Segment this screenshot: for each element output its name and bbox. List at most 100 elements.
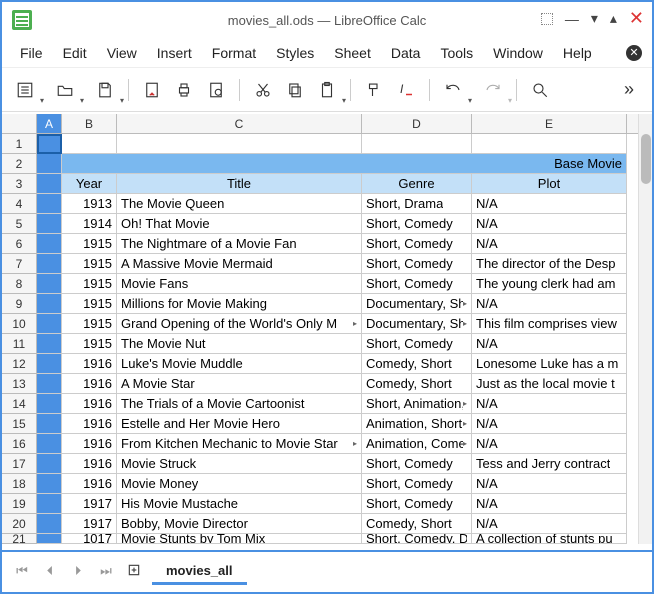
row-header[interactable]: 14 [2, 394, 37, 414]
cell[interactable] [37, 194, 62, 214]
cell[interactable] [62, 154, 117, 174]
column-header-b[interactable]: B [62, 114, 117, 133]
paste-button[interactable] [314, 77, 340, 103]
cell[interactable]: Documentary, Short▸ [362, 314, 472, 334]
cell[interactable] [37, 314, 62, 334]
cell[interactable]: Short, Comedy [362, 334, 472, 354]
cell[interactable]: 1916 [62, 354, 117, 374]
cell[interactable]: N/A [472, 474, 627, 494]
cell[interactable] [37, 454, 62, 474]
save-button[interactable] [92, 77, 118, 103]
cell[interactable]: Short, Comedy [362, 254, 472, 274]
cell[interactable]: 1913 [62, 194, 117, 214]
row-header[interactable]: 16 [2, 434, 37, 454]
cell[interactable]: 1916 [62, 374, 117, 394]
cell[interactable]: N/A [472, 334, 627, 354]
cell[interactable]: N/A [472, 194, 627, 214]
cell[interactable]: N/A [472, 494, 627, 514]
row-header[interactable]: 15 [2, 414, 37, 434]
cell[interactable]: 1915 [62, 274, 117, 294]
cell[interactable]: 1915 [62, 254, 117, 274]
next-sheet-button[interactable]: ⏵ [68, 563, 88, 579]
cell[interactable] [37, 474, 62, 494]
menu-tools[interactable]: Tools [432, 41, 481, 65]
cell[interactable]: Bobby, Movie Director [117, 514, 362, 534]
export-pdf-button[interactable] [139, 77, 165, 103]
cell[interactable]: Base Movie [472, 154, 627, 174]
cell[interactable]: Short, Comedy [362, 214, 472, 234]
cell[interactable] [37, 254, 62, 274]
cell[interactable]: The young clerk had am [472, 274, 627, 294]
new-button[interactable] [12, 77, 38, 103]
row-header[interactable]: 12 [2, 354, 37, 374]
row-header[interactable]: 20 [2, 514, 37, 534]
cut-button[interactable] [250, 77, 276, 103]
cell[interactable] [362, 154, 472, 174]
cell[interactable] [37, 354, 62, 374]
row-header[interactable]: 2 [2, 154, 37, 174]
cell[interactable]: N/A [472, 214, 627, 234]
cell[interactable] [37, 514, 62, 534]
cell[interactable]: 1915 [62, 314, 117, 334]
menu-file[interactable]: File [12, 41, 51, 65]
cell[interactable]: Animation, Short,▸ [362, 414, 472, 434]
menu-format[interactable]: Format [204, 41, 264, 65]
row-header[interactable]: 1 [2, 134, 37, 154]
cell[interactable] [472, 134, 627, 154]
cell[interactable]: Luke's Movie Muddle [117, 354, 362, 374]
select-all-corner[interactable] [2, 114, 37, 133]
cell[interactable]: 1916 [62, 434, 117, 454]
cell[interactable]: Movie Stunts by Tom Mix [117, 534, 362, 544]
menu-help[interactable]: Help [555, 41, 600, 65]
cell[interactable]: N/A [472, 234, 627, 254]
menu-window[interactable]: Window [485, 41, 551, 65]
cell[interactable]: N/A [472, 294, 627, 314]
restore-down-button[interactable]: ▾ [591, 10, 598, 27]
cell[interactable] [37, 494, 62, 514]
row-header[interactable]: 21 [2, 534, 37, 544]
row-header[interactable]: 4 [2, 194, 37, 214]
cell[interactable] [37, 234, 62, 254]
column-header-a[interactable]: A [37, 114, 62, 133]
cell[interactable]: The Movie Queen [117, 194, 362, 214]
cell[interactable]: Estelle and Her Movie Hero [117, 414, 362, 434]
cell[interactable]: The Nightmare of a Movie Fan [117, 234, 362, 254]
column-header-e[interactable]: E [472, 114, 627, 133]
cell[interactable]: His Movie Mustache [117, 494, 362, 514]
cell[interactable] [37, 174, 62, 194]
cell[interactable]: Grand Opening of the World's Only M▸ [117, 314, 362, 334]
cell[interactable]: Short, Comedy [362, 454, 472, 474]
row-header[interactable]: 10 [2, 314, 37, 334]
last-sheet-button[interactable]: ⏭ [96, 563, 116, 579]
cell[interactable]: Movie Money [117, 474, 362, 494]
cell[interactable]: 1915 [62, 334, 117, 354]
cell[interactable]: 1915 [62, 294, 117, 314]
cell[interactable]: Short, Comedy [362, 474, 472, 494]
open-button[interactable] [52, 77, 78, 103]
cell[interactable]: Year [62, 174, 117, 194]
clear-formatting-button[interactable]: I [393, 77, 419, 103]
menu-view[interactable]: View [99, 41, 145, 65]
prev-sheet-button[interactable]: ⏴ [40, 563, 60, 579]
cell[interactable]: Animation, Comedy▸ [362, 434, 472, 454]
cell[interactable]: Lonesome Luke has a m [472, 354, 627, 374]
row-header[interactable]: 3 [2, 174, 37, 194]
cell[interactable] [37, 294, 62, 314]
cell[interactable] [117, 154, 362, 174]
cell[interactable] [37, 434, 62, 454]
clone-formatting-button[interactable] [361, 77, 387, 103]
menu-insert[interactable]: Insert [149, 41, 200, 65]
cell[interactable]: 1917 [62, 494, 117, 514]
close-button[interactable]: ✕ [629, 8, 644, 29]
cell[interactable]: Millions for Movie Making [117, 294, 362, 314]
cell[interactable]: A Massive Movie Mermaid [117, 254, 362, 274]
column-header-d[interactable]: D [362, 114, 472, 133]
grid-body[interactable]: 12Base Movie3YearTitleGenrePlot41913The … [2, 134, 652, 544]
cell[interactable]: A Movie Star [117, 374, 362, 394]
cell[interactable]: The Trials of a Movie Cartoonist [117, 394, 362, 414]
cell[interactable]: 1915 [62, 234, 117, 254]
cell[interactable] [37, 134, 62, 154]
cell[interactable]: 1017 [62, 534, 117, 544]
undo-button[interactable] [440, 77, 466, 103]
cell[interactable]: Short, Comedy [362, 494, 472, 514]
